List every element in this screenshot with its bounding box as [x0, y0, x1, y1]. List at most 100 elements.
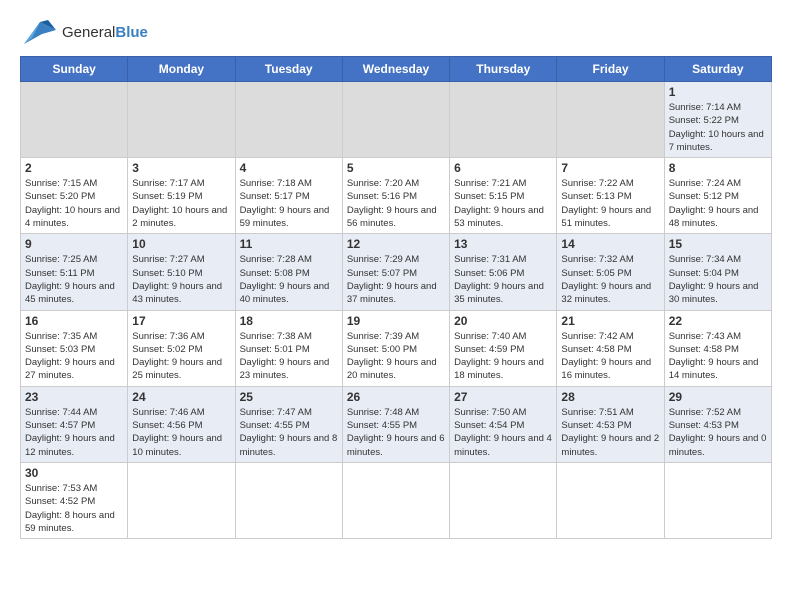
- calendar-cell: 7 Sunrise: 7:22 AMSunset: 5:13 PMDaylight…: [557, 158, 664, 234]
- day-number: 20: [454, 314, 552, 328]
- day-number: 16: [25, 314, 123, 328]
- calendar-cell: 8 Sunrise: 7:24 AMSunset: 5:12 PMDaylight…: [664, 158, 771, 234]
- calendar-cell: 28Sunrise: 7:51 AMSunset: 4:53 PMDayligh…: [557, 386, 664, 462]
- calendar-cell: 1 Sunrise: 7:14 AMSunset: 5:22 PMDaylight…: [664, 82, 771, 158]
- calendar-cell: [557, 462, 664, 538]
- day-number: 15: [669, 237, 767, 251]
- day-info: Sunrise: 7:40 AMSunset: 4:59 PMDaylight:…: [454, 330, 552, 383]
- day-number: 6: [454, 161, 552, 175]
- day-number: 5: [347, 161, 445, 175]
- day-number: 26: [347, 390, 445, 404]
- day-number: 10: [132, 237, 230, 251]
- calendar-cell: [235, 82, 342, 158]
- day-number: 17: [132, 314, 230, 328]
- calendar-cell: [21, 82, 128, 158]
- calendar-cell: 24 Sunrise: 7:46 AMSunset: 4:56 PMDayligh…: [128, 386, 235, 462]
- day-info: Sunrise: 7:15 AMSunset: 5:20 PMDaylight:…: [25, 177, 123, 230]
- page: GeneralBlue SundayMondayTuesdayWednesday…: [0, 0, 792, 612]
- day-number: 12: [347, 237, 445, 251]
- weekday-header-wednesday: Wednesday: [342, 57, 449, 82]
- calendar-cell: 27Sunrise: 7:50 AMSunset: 4:54 PMDayligh…: [450, 386, 557, 462]
- calendar-cell: 26 Sunrise: 7:48 AMSunset: 4:55 PMDayligh…: [342, 386, 449, 462]
- calendar-cell: 21Sunrise: 7:42 AMSunset: 4:58 PMDayligh…: [557, 310, 664, 386]
- calendar-cell: 6 Sunrise: 7:21 AMSunset: 5:15 PMDaylight…: [450, 158, 557, 234]
- calendar-cell: 3Sunrise: 7:17 AMSunset: 5:19 PMDaylight…: [128, 158, 235, 234]
- calendar-cell: 2 Sunrise: 7:15 AMSunset: 5:20 PMDaylight…: [21, 158, 128, 234]
- day-number: 9: [25, 237, 123, 251]
- day-info: Sunrise: 7:38 AMSunset: 5:01 PMDaylight:…: [240, 330, 338, 383]
- header-area: GeneralBlue: [20, 16, 772, 48]
- day-info: Sunrise: 7:48 AMSunset: 4:55 PMDaylight:…: [347, 406, 445, 459]
- day-info: Sunrise: 7:31 AMSunset: 5:06 PMDaylight:…: [454, 253, 552, 306]
- day-info: Sunrise: 7:21 AMSunset: 5:15 PMDaylight:…: [454, 177, 552, 230]
- day-info: Sunrise: 7:18 AMSunset: 5:17 PMDaylight:…: [240, 177, 338, 230]
- day-info: Sunrise: 7:20 AMSunset: 5:16 PMDaylight:…: [347, 177, 445, 230]
- calendar-cell: 9Sunrise: 7:25 AMSunset: 5:11 PMDaylight…: [21, 234, 128, 310]
- day-info: Sunrise: 7:46 AMSunset: 4:56 PMDaylight:…: [132, 406, 230, 459]
- day-info: Sunrise: 7:34 AMSunset: 5:04 PMDaylight:…: [669, 253, 767, 306]
- calendar-cell: [128, 462, 235, 538]
- day-number: 18: [240, 314, 338, 328]
- calendar-cell: 23 Sunrise: 7:44 AMSunset: 4:57 PMDayligh…: [21, 386, 128, 462]
- day-info: Sunrise: 7:28 AMSunset: 5:08 PMDaylight:…: [240, 253, 338, 306]
- calendar-cell: 13Sunrise: 7:31 AMSunset: 5:06 PMDayligh…: [450, 234, 557, 310]
- day-info: Sunrise: 7:36 AMSunset: 5:02 PMDaylight:…: [132, 330, 230, 383]
- calendar-cell: [342, 462, 449, 538]
- day-info: Sunrise: 7:44 AMSunset: 4:57 PMDaylight:…: [25, 406, 123, 459]
- day-number: 4: [240, 161, 338, 175]
- day-info: Sunrise: 7:14 AMSunset: 5:22 PMDaylight:…: [669, 101, 767, 154]
- calendar-cell: 5 Sunrise: 7:20 AMSunset: 5:16 PMDaylight…: [342, 158, 449, 234]
- day-number: 30: [25, 466, 123, 480]
- calendar-cell: [664, 462, 771, 538]
- day-info: Sunrise: 7:35 AMSunset: 5:03 PMDaylight:…: [25, 330, 123, 383]
- calendar-cell: 30Sunrise: 7:53 AMSunset: 4:52 PMDayligh…: [21, 462, 128, 538]
- calendar-week-row: 1 Sunrise: 7:14 AMSunset: 5:22 PMDaylight…: [21, 82, 772, 158]
- day-number: 25: [240, 390, 338, 404]
- calendar-cell: [450, 82, 557, 158]
- day-info: Sunrise: 7:29 AMSunset: 5:07 PMDaylight:…: [347, 253, 445, 306]
- calendar-week-row: 30Sunrise: 7:53 AMSunset: 4:52 PMDayligh…: [21, 462, 772, 538]
- calendar-week-row: 23 Sunrise: 7:44 AMSunset: 4:57 PMDayligh…: [21, 386, 772, 462]
- day-number: 2: [25, 161, 123, 175]
- day-number: 24: [132, 390, 230, 404]
- day-number: 11: [240, 237, 338, 251]
- calendar-week-row: 2 Sunrise: 7:15 AMSunset: 5:20 PMDaylight…: [21, 158, 772, 234]
- calendar-cell: [128, 82, 235, 158]
- day-number: 7: [561, 161, 659, 175]
- weekday-header-row: SundayMondayTuesdayWednesdayThursdayFrid…: [21, 57, 772, 82]
- day-info: Sunrise: 7:42 AMSunset: 4:58 PMDaylight:…: [561, 330, 659, 383]
- logo-text: GeneralBlue: [62, 24, 148, 41]
- day-number: 23: [25, 390, 123, 404]
- day-info: Sunrise: 7:17 AMSunset: 5:19 PMDaylight:…: [132, 177, 230, 230]
- calendar-cell: 29Sunrise: 7:52 AMSunset: 4:53 PMDayligh…: [664, 386, 771, 462]
- day-number: 1: [669, 85, 767, 99]
- calendar-cell: 15 Sunrise: 7:34 AMSunset: 5:04 PMDayligh…: [664, 234, 771, 310]
- day-info: Sunrise: 7:32 AMSunset: 5:05 PMDaylight:…: [561, 253, 659, 306]
- day-number: 8: [669, 161, 767, 175]
- logo: GeneralBlue: [20, 16, 148, 48]
- day-number: 19: [347, 314, 445, 328]
- day-info: Sunrise: 7:24 AMSunset: 5:12 PMDaylight:…: [669, 177, 767, 230]
- calendar-cell: 25 Sunrise: 7:47 AMSunset: 4:55 PMDayligh…: [235, 386, 342, 462]
- calendar-table: SundayMondayTuesdayWednesdayThursdayFrid…: [20, 56, 772, 539]
- day-info: Sunrise: 7:47 AMSunset: 4:55 PMDaylight:…: [240, 406, 338, 459]
- day-info: Sunrise: 7:51 AMSunset: 4:53 PMDaylight:…: [561, 406, 659, 459]
- logo-icon: [20, 16, 58, 48]
- calendar-cell: 18 Sunrise: 7:38 AMSunset: 5:01 PMDayligh…: [235, 310, 342, 386]
- calendar-cell: 20 Sunrise: 7:40 AMSunset: 4:59 PMDayligh…: [450, 310, 557, 386]
- calendar-cell: 16 Sunrise: 7:35 AMSunset: 5:03 PMDayligh…: [21, 310, 128, 386]
- day-number: 14: [561, 237, 659, 251]
- calendar-cell: 19Sunrise: 7:39 AMSunset: 5:00 PMDayligh…: [342, 310, 449, 386]
- calendar-week-row: 9Sunrise: 7:25 AMSunset: 5:11 PMDaylight…: [21, 234, 772, 310]
- day-info: Sunrise: 7:22 AMSunset: 5:13 PMDaylight:…: [561, 177, 659, 230]
- calendar-cell: 14 Sunrise: 7:32 AMSunset: 5:05 PMDayligh…: [557, 234, 664, 310]
- weekday-header-monday: Monday: [128, 57, 235, 82]
- day-number: 22: [669, 314, 767, 328]
- day-info: Sunrise: 7:27 AMSunset: 5:10 PMDaylight:…: [132, 253, 230, 306]
- weekday-header-sunday: Sunday: [21, 57, 128, 82]
- day-number: 29: [669, 390, 767, 404]
- day-number: 27: [454, 390, 552, 404]
- calendar-cell: [235, 462, 342, 538]
- weekday-header-tuesday: Tuesday: [235, 57, 342, 82]
- calendar-cell: [557, 82, 664, 158]
